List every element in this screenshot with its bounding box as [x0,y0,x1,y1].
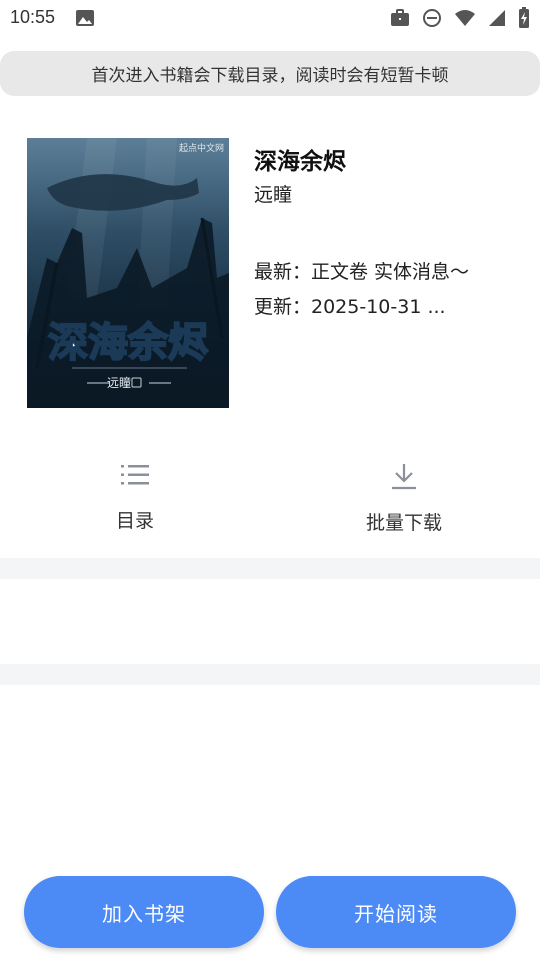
dnd-icon [422,8,442,32]
briefcase-icon [390,8,410,32]
book-author[interactable]: 远瞳 [254,180,292,207]
signal-icon [488,9,506,31]
wifi-icon [454,9,476,31]
batch-download-button[interactable]: 批量下载 [304,462,504,542]
book-updated-date: 更新：2025-10-31 ... [254,296,446,318]
cover-publisher: 起点中文网 [179,142,224,154]
section-divider [0,558,540,579]
photo-icon [75,9,95,31]
book-cover[interactable]: 起点中文网 深海余烬 远瞳 [27,138,229,408]
notice-banner: 首次进入书籍会下载目录，阅读时会有短暂卡顿 [0,51,540,96]
notice-text: 首次进入书籍会下载目录，阅读时会有短暂卡顿 [91,66,449,86]
book-title: 深海余烬 [254,149,346,175]
catalog-label: 目录 [115,510,154,532]
battery-icon [518,7,530,33]
status-time: 10:55 [10,7,56,27]
add-to-shelf-label: 加入书架 [102,901,186,926]
cover-author-art: 远瞳 [107,375,131,390]
add-to-shelf-button[interactable]: 加入书架 [24,876,264,948]
book-latest-chapter: 最新：正文卷 实体消息～ [254,261,470,283]
cover-title-art: 深海余烬 [48,320,208,366]
status-bar: 10:55 [0,0,540,36]
start-reading-label: 开始阅读 [354,901,438,926]
status-icons [390,7,530,33]
list-icon [35,462,235,492]
batch-download-label: 批量下载 [365,512,442,534]
catalog-button[interactable]: 目录 [35,462,235,542]
section-divider [0,664,540,685]
start-reading-button[interactable]: 开始阅读 [276,876,516,948]
download-icon [304,462,504,494]
